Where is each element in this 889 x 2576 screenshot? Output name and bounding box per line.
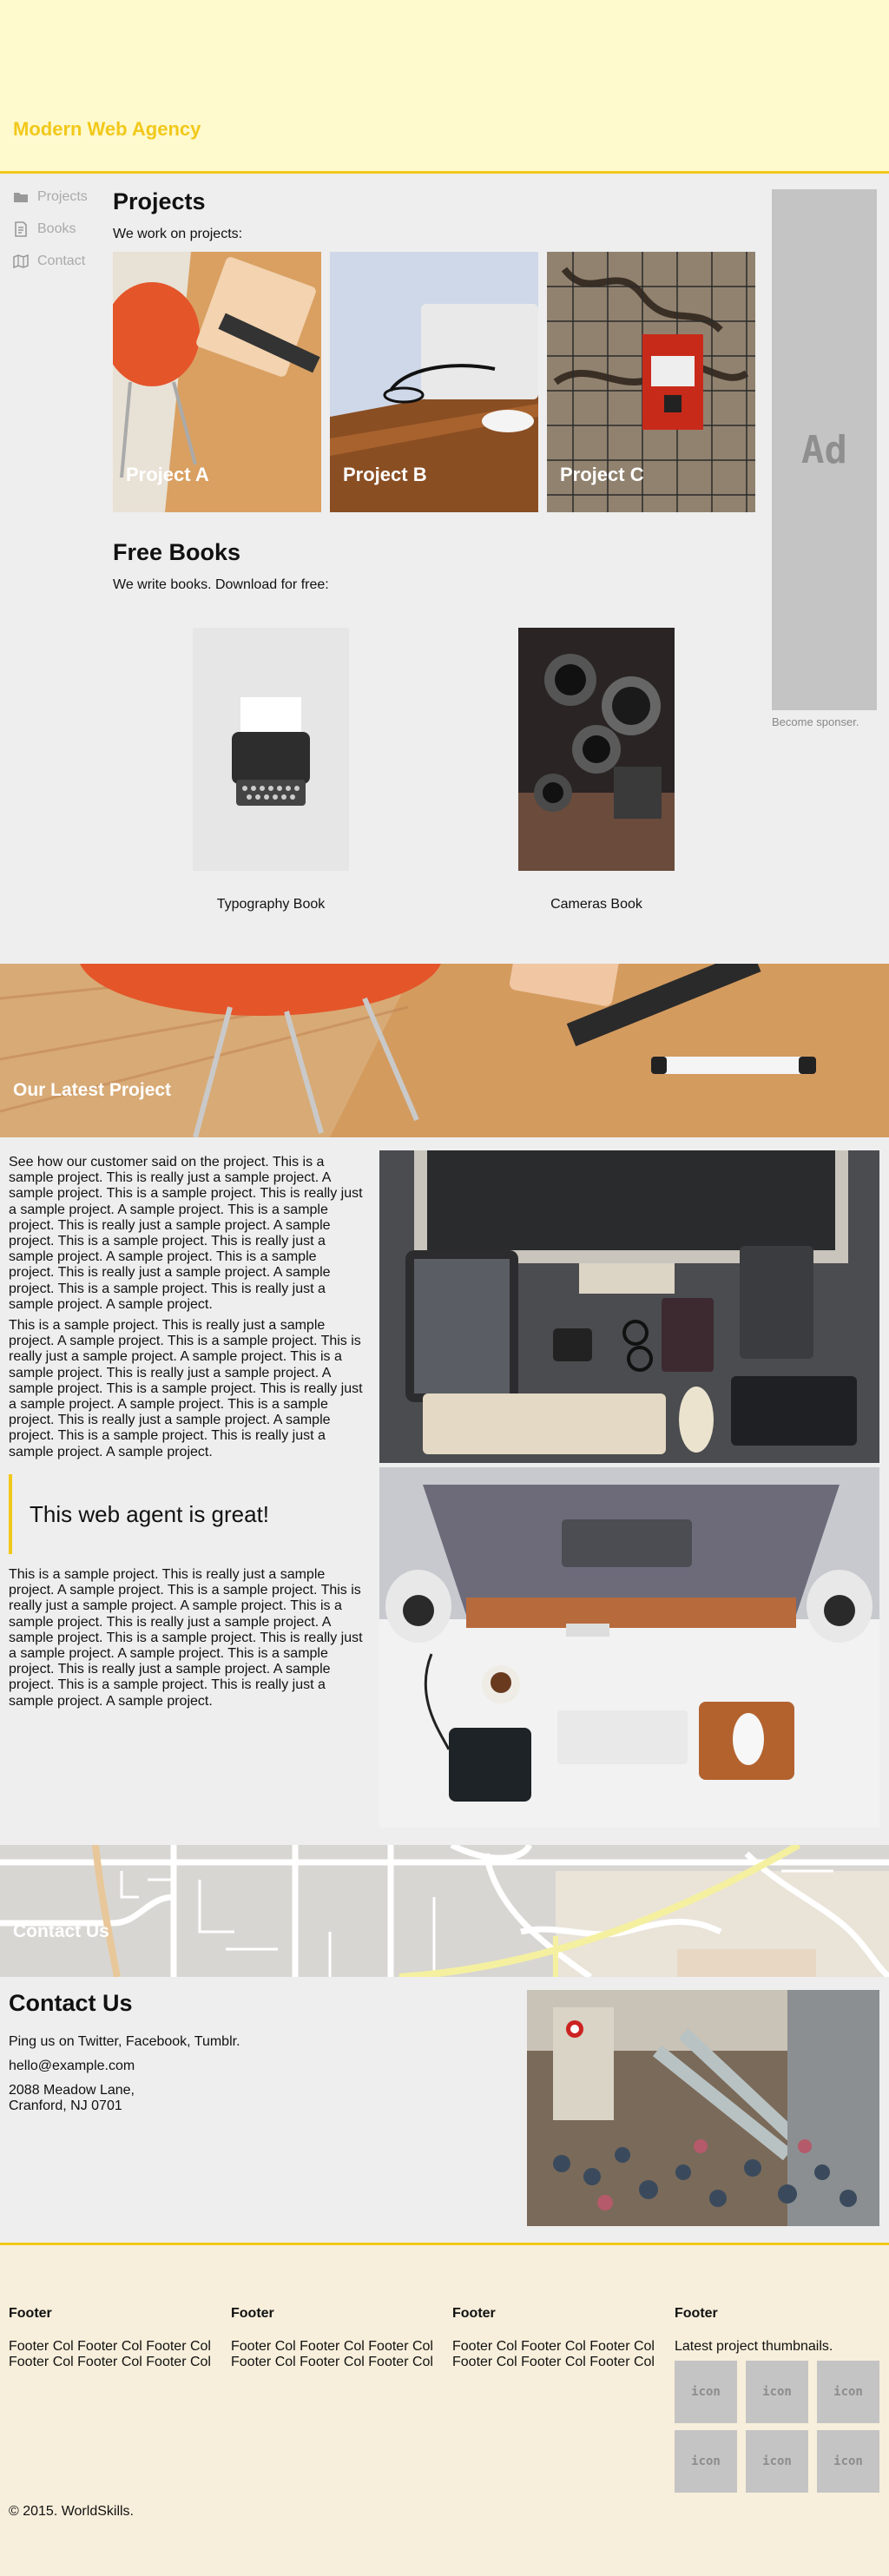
project-card-b[interactable]: Project B [330,252,538,512]
contact-banner-title: Contact Us [13,1921,109,1941]
thumbnail-icon[interactable]: icon [675,2361,737,2423]
footer-col-text: Footer Col Footer Col Footer Col Footer … [452,2339,655,2369]
contact-title: Contact Us [9,1990,133,2016]
testimonial-quote: This web agent is great! [9,1474,365,1554]
footer-col-text: Footer Col Footer Col Footer Col Footer … [231,2339,433,2369]
project-caption: Project B [343,464,427,485]
book-icon [15,221,27,237]
contact-map-banner[interactable]: Contact Us [0,1845,889,1977]
projects-lead: We work on projects: [113,227,243,241]
thumbnail-icon[interactable]: icon [746,2430,808,2493]
footer-col-text: Latest project thumbnails. [675,2339,833,2354]
sidebar-item-contact[interactable]: Contact [13,251,85,272]
books-lead: We write books. Download for free: [113,577,329,592]
books-title: Free Books [113,539,241,565]
latest-paragraph-1: See how our customer said on the project… [9,1155,363,1312]
thumbnail-icon[interactable]: icon [817,2361,879,2423]
project-card-c[interactable]: Project C [547,252,755,512]
latest-paragraph-2: This is a sample project. This is really… [9,1318,363,1459]
typewriter-photo [193,628,349,871]
sidebar-item-projects[interactable]: Projects [13,187,88,208]
desk-banner-photo [0,964,889,1137]
footer-col-1: Footer Footer Col Footer Col Footer Col … [9,2306,217,2370]
contact-social: Ping us on Twitter, Facebook, Tumblr. [9,2034,240,2049]
sidebar-item-label: Contact [37,254,86,268]
thumbnail-icon[interactable]: icon [817,2430,879,2493]
ad-text: Ad [801,427,847,472]
workspace-photo-2 [379,1467,879,1828]
footer-col-4: Footer Latest project thumbnails. [675,2306,883,2355]
folder-icon [14,193,28,202]
map-icon [13,254,29,269]
cameras-photo [518,628,675,871]
footer-col-text: Footer Col Footer Col Footer Col Footer … [9,2339,211,2369]
project-card-a[interactable]: Project A [113,252,321,512]
ad-banner[interactable]: Ad [772,189,877,710]
sidebar-item-books[interactable]: Books [13,219,76,240]
address-line-2: Cranford, NJ 0701 [9,2098,122,2113]
footer-col-3: Footer Footer Col Footer Col Footer Col … [452,2306,661,2370]
project-caption: Project A [126,464,209,485]
brand-title[interactable]: Modern Web Agency [13,118,201,141]
contact-section: Contact Us Ping us on Twitter, Facebook,… [9,1990,240,2123]
thumbnail-icon[interactable]: icon [675,2430,737,2493]
sidebar-item-label: Books [37,221,76,236]
street-map [0,1845,889,1977]
projects-title: Projects [113,188,206,214]
copyright: © 2015. WorldSkills. [9,2504,134,2519]
thumbnail-icon[interactable]: icon [746,2361,808,2423]
footer-col-title: Footer [452,2306,496,2321]
book-label-typography[interactable]: Typography Book [141,897,401,912]
latest-project-banner: Our Latest Project [0,964,889,1137]
desk-speakers-photo [379,1467,879,1828]
workspace-photo-1 [379,1150,879,1463]
latest-project-title: Our Latest Project [13,1080,172,1100]
cameras-book-cover[interactable] [518,628,675,871]
station-crowd-photo [527,1990,879,2226]
footer-col-title: Footer [675,2306,718,2321]
footer-col-2: Footer Footer Col Footer Col Footer Col … [231,2306,439,2370]
quote-text: This web agent is great! [30,1500,270,1527]
latest-paragraph-3: This is a sample project. This is really… [9,1567,363,1709]
latest-intro: See how our customer said on the project… [9,1155,365,1466]
site-footer: Footer Footer Col Footer Col Footer Col … [0,2243,889,2576]
book-label-cameras[interactable]: Cameras Book [466,897,727,912]
contact-address: 2088 Meadow Lane, Cranford, NJ 0701 [9,2083,240,2114]
desk-topdown-photo [379,1150,879,1463]
typography-book-cover[interactable] [193,628,349,871]
site-header: Modern Web Agency [0,0,889,174]
project-caption: Project C [560,464,644,485]
crowd-photo [527,1990,879,2226]
address-line-1: 2088 Meadow Lane, [9,2083,135,2098]
ad-caption: Become sponser. [772,715,859,728]
footer-col-title: Footer [231,2306,274,2321]
sidebar-item-label: Projects [37,189,88,204]
contact-email[interactable]: hello@example.com [9,2059,240,2074]
footer-col-title: Footer [9,2306,52,2321]
